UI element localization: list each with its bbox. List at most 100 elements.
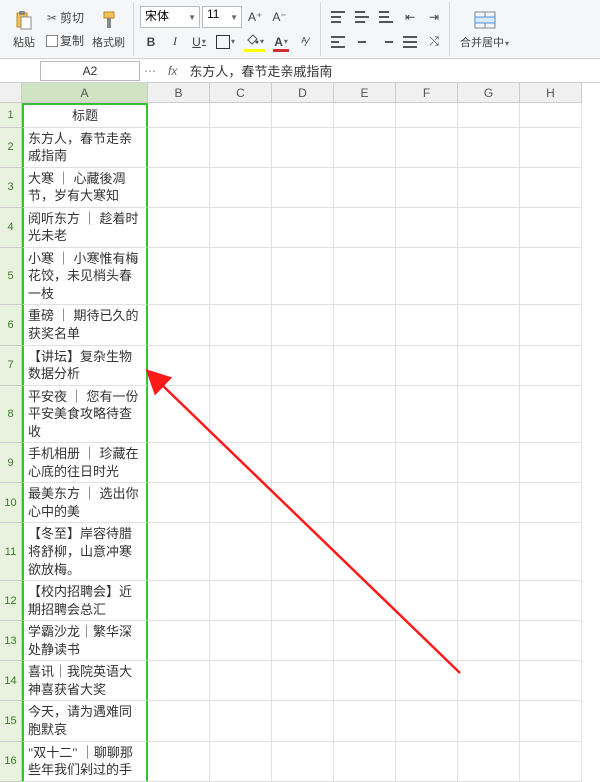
row-header[interactable]: 6 (0, 305, 22, 345)
cell[interactable] (210, 386, 272, 444)
increase-font-button[interactable]: A⁺ (244, 6, 266, 28)
cell[interactable] (148, 523, 210, 581)
cell[interactable] (210, 701, 272, 741)
cell[interactable] (458, 621, 520, 661)
cell[interactable] (458, 386, 520, 444)
cell[interactable] (210, 168, 272, 208)
cell[interactable] (334, 128, 396, 168)
cell[interactable] (272, 661, 334, 701)
cell[interactable]: 阅听东方 ｜ 趁着时光未老 (22, 208, 148, 248)
cell[interactable] (520, 701, 582, 741)
merge-center-button[interactable]: 合并居中▾ (456, 5, 513, 53)
column-header[interactable]: B (148, 83, 210, 103)
cell[interactable]: 标题 (22, 103, 148, 128)
cell[interactable] (334, 581, 396, 621)
cell[interactable] (458, 168, 520, 208)
cell[interactable] (458, 742, 520, 782)
cell[interactable] (272, 742, 334, 782)
cell[interactable] (272, 168, 334, 208)
cell[interactable] (210, 523, 272, 581)
italic-button[interactable]: I (164, 31, 186, 53)
cell[interactable] (458, 581, 520, 621)
cell[interactable] (210, 346, 272, 386)
row-header[interactable]: 14 (0, 661, 22, 701)
cell[interactable] (148, 661, 210, 701)
cell[interactable] (148, 128, 210, 168)
row-header[interactable]: 12 (0, 581, 22, 621)
cell[interactable] (458, 128, 520, 168)
cell[interactable] (458, 661, 520, 701)
cell[interactable] (458, 208, 520, 248)
cell[interactable] (520, 581, 582, 621)
phonetic-guide-button[interactable]: ᴬ⁄ (294, 31, 316, 53)
cell[interactable] (148, 248, 210, 306)
cell[interactable] (520, 661, 582, 701)
cell[interactable] (272, 128, 334, 168)
cell[interactable] (334, 208, 396, 248)
cell[interactable] (210, 661, 272, 701)
cell[interactable] (520, 168, 582, 208)
cell[interactable]: 今天，请为遇难同胞默哀 (22, 701, 148, 741)
column-header[interactable]: A (22, 83, 148, 103)
cell[interactable] (520, 443, 582, 483)
cell[interactable] (458, 305, 520, 345)
cell[interactable] (396, 386, 458, 444)
row-header[interactable]: 4 (0, 208, 22, 248)
cell[interactable] (210, 128, 272, 168)
cut-button[interactable]: ✂ 剪切 (40, 7, 88, 29)
cell[interactable] (210, 208, 272, 248)
cell[interactable] (396, 701, 458, 741)
cell[interactable] (334, 621, 396, 661)
cell[interactable] (396, 661, 458, 701)
row-header[interactable]: 1 (0, 103, 22, 128)
cell[interactable]: 最美东方 ｜ 选出你心中的美 (22, 483, 148, 523)
cell[interactable]: 手机相册 ｜ 珍藏在心底的往日时光 (22, 443, 148, 483)
column-header[interactable]: F (396, 83, 458, 103)
cell[interactable] (148, 386, 210, 444)
cell[interactable] (148, 621, 210, 661)
cell[interactable] (334, 701, 396, 741)
decrease-indent-button[interactable]: ⇤ (399, 6, 421, 28)
row-header[interactable]: 2 (0, 128, 22, 168)
cell[interactable] (396, 581, 458, 621)
row-header[interactable]: 11 (0, 523, 22, 581)
cell[interactable] (272, 305, 334, 345)
cell[interactable] (396, 621, 458, 661)
cell[interactable]: 平安夜 ｜ 您有一份平安美食攻略待查收 (22, 386, 148, 444)
cell[interactable] (520, 248, 582, 306)
cell[interactable] (396, 443, 458, 483)
cell[interactable] (520, 483, 582, 523)
cell[interactable] (272, 581, 334, 621)
row-header[interactable]: 5 (0, 248, 22, 306)
cell[interactable] (396, 168, 458, 208)
cell[interactable] (334, 661, 396, 701)
row-header[interactable]: 9 (0, 443, 22, 483)
cell[interactable] (458, 483, 520, 523)
cell[interactable] (272, 443, 334, 483)
cell[interactable] (148, 742, 210, 782)
cell[interactable] (520, 103, 582, 128)
column-header[interactable]: C (210, 83, 272, 103)
orientation-button[interactable]: ⤭ (423, 31, 445, 53)
cell[interactable] (272, 386, 334, 444)
cell[interactable]: 东方人，春节走亲戚指南 (22, 128, 148, 168)
cell[interactable] (272, 523, 334, 581)
cell[interactable] (210, 621, 272, 661)
cell[interactable] (396, 483, 458, 523)
justify-button[interactable] (399, 31, 421, 53)
font-name-select[interactable]: 宋体 ▼ (140, 6, 200, 28)
cell[interactable] (210, 248, 272, 306)
cell[interactable] (272, 483, 334, 523)
cell[interactable]: 【冬至】岸容待腊将舒柳，山意冲寒欲放梅。 (22, 523, 148, 581)
cell[interactable] (396, 523, 458, 581)
cell[interactable]: 【讲坛】复杂生物数据分析 (22, 346, 148, 386)
cell[interactable] (334, 523, 396, 581)
row-header[interactable]: 13 (0, 621, 22, 661)
align-top-button[interactable] (327, 6, 349, 28)
font-size-select[interactable]: 11 ▼ (202, 6, 242, 28)
row-header[interactable]: 7 (0, 346, 22, 386)
column-header[interactable]: H (520, 83, 582, 103)
align-right-button[interactable] (375, 31, 397, 53)
cell[interactable] (334, 346, 396, 386)
cell[interactable]: 学霸沙龙｜繁华深处静读书 (22, 621, 148, 661)
